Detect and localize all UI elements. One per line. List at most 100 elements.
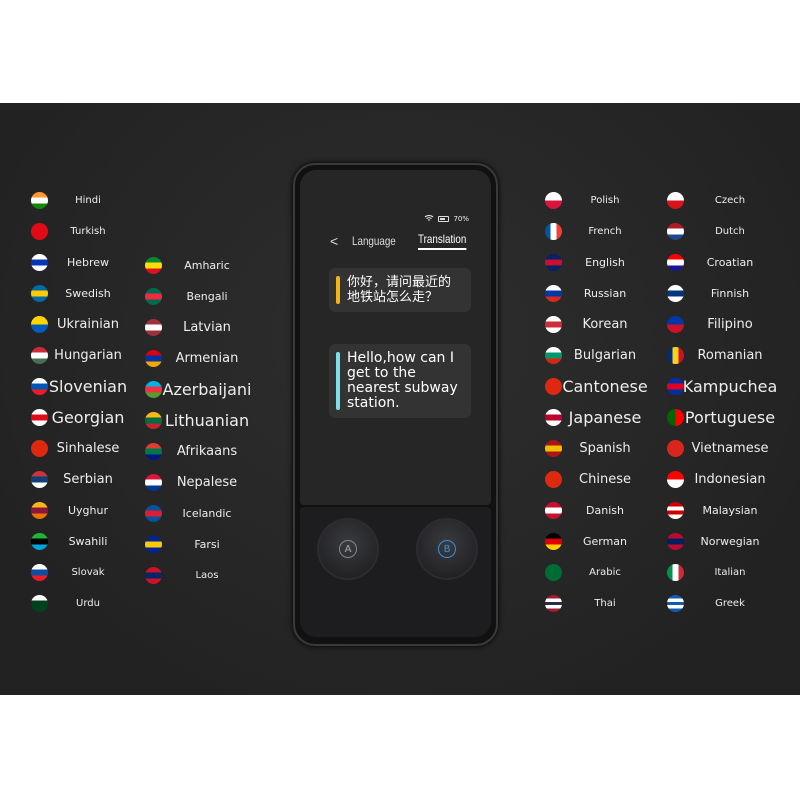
flag-icon <box>667 378 684 395</box>
language-name: Afrikaans <box>176 444 238 460</box>
wifi-icon <box>424 214 434 224</box>
language-name: Swedish <box>65 287 111 301</box>
flag-icon <box>545 440 562 457</box>
flag-icon <box>31 533 48 550</box>
language-name: Sinhalese <box>56 441 120 457</box>
flag-icon <box>31 595 48 612</box>
flag-icon <box>145 257 162 274</box>
flag-icon <box>145 381 162 398</box>
flag-icon <box>145 350 162 367</box>
language-name: Bulgarian <box>573 348 637 364</box>
language-name: Chinese <box>579 472 631 488</box>
flag-icon <box>667 347 684 364</box>
language-name: Russian <box>583 287 627 301</box>
language-name: Italian <box>714 567 746 578</box>
source-text-card: 你好，请问最近的地铁站怎么走？ <box>329 268 471 312</box>
translator-device: 70% < Language Translation 你好，请问最近的地铁站怎么… <box>293 163 498 646</box>
flag-icon <box>545 316 562 333</box>
language-name: Dutch <box>715 226 745 237</box>
flag-icon <box>545 502 562 519</box>
language-name: Greek <box>715 598 745 609</box>
flag-icon <box>545 471 562 488</box>
device-controls: A B <box>300 507 491 637</box>
device-screen: 70% < Language Translation 你好，请问最近的地铁站怎么… <box>300 170 491 505</box>
flag-icon <box>145 412 162 429</box>
language-name: Ukrainian <box>56 317 120 333</box>
language-name: Croatian <box>706 256 754 270</box>
language-name: Norwegian <box>700 535 760 549</box>
language-name: Uyghur <box>67 504 109 518</box>
language-name: Icelandic <box>182 507 232 521</box>
flag-icon <box>667 285 684 302</box>
flag-icon <box>31 409 48 426</box>
flag-icon <box>545 595 562 612</box>
button-a-label: A <box>339 540 357 558</box>
language-name: Thai <box>594 598 616 609</box>
flag-icon <box>667 440 684 457</box>
language-name: Latvian <box>183 320 231 336</box>
language-name: Korean <box>582 317 628 333</box>
top-nav: < Language Translation <box>330 232 481 250</box>
flag-icon <box>667 316 684 333</box>
language-name: Hindi <box>75 195 101 206</box>
language-name: Slovak <box>71 567 105 578</box>
language-name: Filipino <box>707 317 753 333</box>
flag-icon <box>667 533 684 550</box>
language-name: Portuguese <box>684 408 776 428</box>
language-name: Lithuanian <box>164 411 250 431</box>
language-name: Slovenian <box>48 377 128 397</box>
language-name: Hungarian <box>54 348 122 364</box>
flag-icon <box>667 409 684 426</box>
language-name: Romanian <box>697 348 763 364</box>
language-name: Azerbaijani <box>162 380 252 400</box>
language-name: Danish <box>586 504 624 518</box>
language-name: Serbian <box>63 472 113 488</box>
language-name: Kampuchea <box>682 377 778 397</box>
language-name: Finnish <box>710 287 750 301</box>
language-name: Spanish <box>579 441 631 457</box>
language-name: Arabic <box>589 567 621 578</box>
flag-icon <box>545 409 562 426</box>
language-name: Swahili <box>68 535 108 549</box>
language-name: Turkish <box>70 226 106 237</box>
source-indicator <box>336 276 340 304</box>
language-name: Nepalese <box>176 475 238 491</box>
flag-icon <box>667 223 684 240</box>
flag-icon <box>145 319 162 336</box>
tab-translation[interactable]: Translation <box>417 232 466 250</box>
flag-icon <box>545 285 562 302</box>
language-name: English <box>585 256 625 270</box>
language-name: Laos <box>195 570 219 581</box>
status-bar: 70% <box>424 214 469 224</box>
flag-icon <box>31 502 48 519</box>
flag-icon <box>545 564 562 581</box>
battery-icon <box>438 216 450 222</box>
flag-icon <box>667 595 684 612</box>
language-name: Cantonese <box>562 377 648 397</box>
target-indicator <box>336 352 340 410</box>
tab-language[interactable]: Language <box>352 234 396 248</box>
language-name: Indonesian <box>694 472 766 488</box>
button-a[interactable]: A <box>317 518 379 580</box>
source-text: 你好，请问最近的地铁站怎么走？ <box>347 275 452 305</box>
language-name: French <box>588 226 622 237</box>
flag-icon <box>31 285 48 302</box>
flag-icon <box>145 567 162 584</box>
flag-icon <box>31 440 48 457</box>
flag-icon <box>667 471 684 488</box>
flag-icon <box>545 192 562 209</box>
language-name: Vietnamese <box>691 441 769 457</box>
flag-icon <box>31 223 48 240</box>
target-text-card: Hello,how can I get to the nearest subwa… <box>329 344 471 418</box>
flag-icon <box>545 378 562 395</box>
language-name: Malaysian <box>702 504 758 518</box>
flag-icon <box>145 443 162 460</box>
flag-icon <box>31 378 48 395</box>
back-icon[interactable]: < <box>330 233 338 249</box>
flag-icon <box>545 223 562 240</box>
language-name: Polish <box>590 195 620 206</box>
flag-icon <box>145 474 162 491</box>
target-text: Hello,how can I get to the nearest subwa… <box>347 350 458 411</box>
button-b[interactable]: B <box>416 518 478 580</box>
flag-icon <box>145 288 162 305</box>
